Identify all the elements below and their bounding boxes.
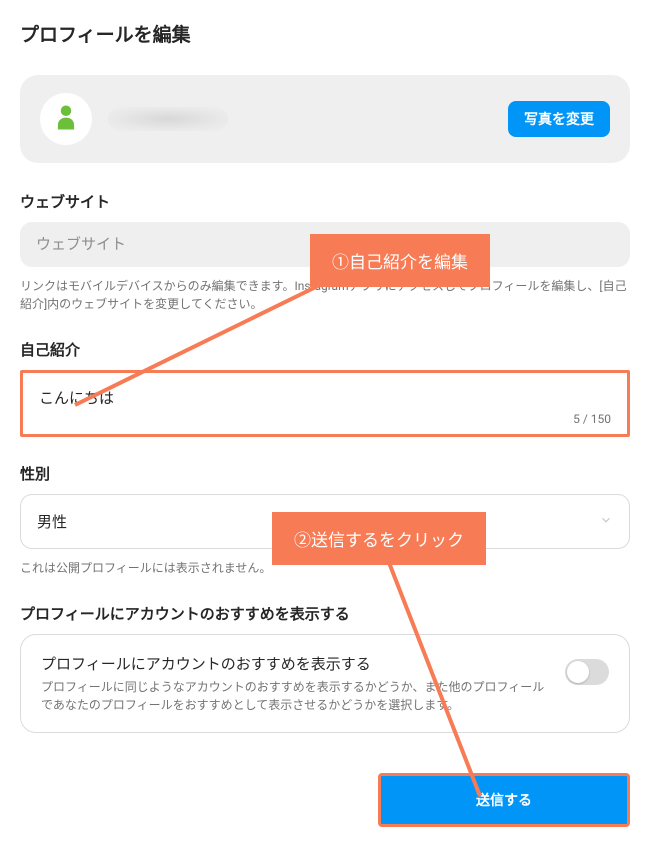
profile-header: 写真を変更	[20, 75, 630, 163]
annotation-step2: ②送信するをクリック	[272, 512, 486, 565]
recommend-section-label: プロフィールにアカウントのおすすめを表示する	[20, 603, 630, 624]
annotation-step1: ①自己紹介を編集	[310, 234, 490, 287]
submit-button[interactable]: 送信する	[378, 773, 630, 827]
gender-selected-value: 男性	[37, 511, 67, 532]
username-redacted	[108, 107, 228, 131]
bio-value: こんにちは	[39, 387, 611, 408]
recommend-description: プロフィールに同じようなアカウントのおすすめを表示するかどうか、また他のプロフィ…	[41, 678, 547, 714]
website-label: ウェブサイト	[20, 191, 630, 212]
bio-textarea[interactable]: こんにちは 5 / 150	[20, 370, 630, 437]
recommend-title: プロフィールにアカウントのおすすめを表示する	[41, 653, 547, 674]
bio-counter: 5 / 150	[39, 412, 611, 426]
change-photo-button[interactable]: 写真を変更	[508, 101, 610, 137]
page-title: プロフィールを編集	[20, 20, 630, 47]
person-icon	[51, 102, 81, 136]
bio-label: 自己紹介	[20, 339, 630, 360]
gender-label: 性別	[20, 463, 630, 484]
avatar[interactable]	[40, 93, 92, 145]
recommend-box: プロフィールにアカウントのおすすめを表示する プロフィールに同じようなアカウント…	[20, 634, 630, 733]
recommend-toggle[interactable]	[565, 659, 609, 685]
chevron-down-icon	[599, 513, 613, 531]
